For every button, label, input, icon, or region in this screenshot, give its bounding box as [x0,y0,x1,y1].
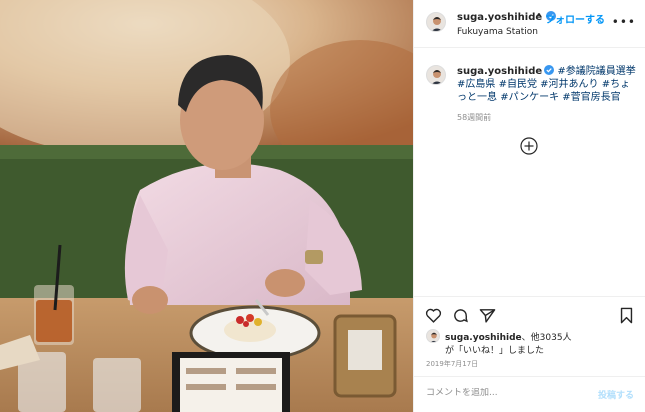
likes-summary[interactable]: suga.yoshihide、他3035人 [445,330,572,343]
post-date: 2019年7月17日 [426,360,479,368]
hashtag-link[interactable]: #自民党 [499,79,537,90]
hashtag-link[interactable]: #広島県 [457,79,495,90]
comment-icon[interactable] [452,307,469,324]
liker-avatar[interactable] [426,329,440,343]
more-options-icon[interactable]: ••• [612,15,636,29]
post-image [0,0,413,412]
post-sidebar: suga.yoshihide • フォローする Fukuyama Station… [413,0,645,412]
heart-icon[interactable] [425,307,442,324]
likes-others: 、他3035人 [521,333,572,343]
post-comment-button[interactable]: 投稿する [598,388,634,401]
username-text: suga.yoshihide [457,12,543,23]
verified-badge-icon [544,65,555,75]
caption-avatar[interactable] [426,65,446,85]
comment-input[interactable] [426,388,586,398]
hashtag-link[interactable]: #パンケーキ [500,92,559,103]
separator-dot: • [536,10,542,21]
post-photo[interactable] [0,0,413,412]
hashtag-link[interactable]: #参議院議員選挙 [557,66,635,77]
location-link[interactable]: Fukuyama Station [457,27,538,37]
likes-suffix: が「いいね！」しました [445,346,545,356]
action-bar [414,296,645,326]
share-icon[interactable] [479,307,496,324]
post-header: suga.yoshihide • フォローする Fukuyama Station… [414,0,645,48]
avatar[interactable] [426,12,446,32]
comment-bar: 投稿する [414,376,645,412]
liker-username[interactable]: suga.yoshihide [445,333,522,343]
post-time-ago: 58週間前 [457,113,492,122]
hashtag-link[interactable]: #菅官房長官 [562,92,620,103]
hashtag-link[interactable]: #河井あんり [540,79,598,90]
post-caption: suga.yoshihide #参議院議員選挙 #広島県 #自民党 #河井あんり… [457,65,639,104]
add-circle-icon[interactable] [520,137,538,155]
caption-username[interactable]: suga.yoshihide [457,66,542,77]
follow-button[interactable]: フォローする [545,11,605,26]
bookmark-icon[interactable] [618,307,635,324]
